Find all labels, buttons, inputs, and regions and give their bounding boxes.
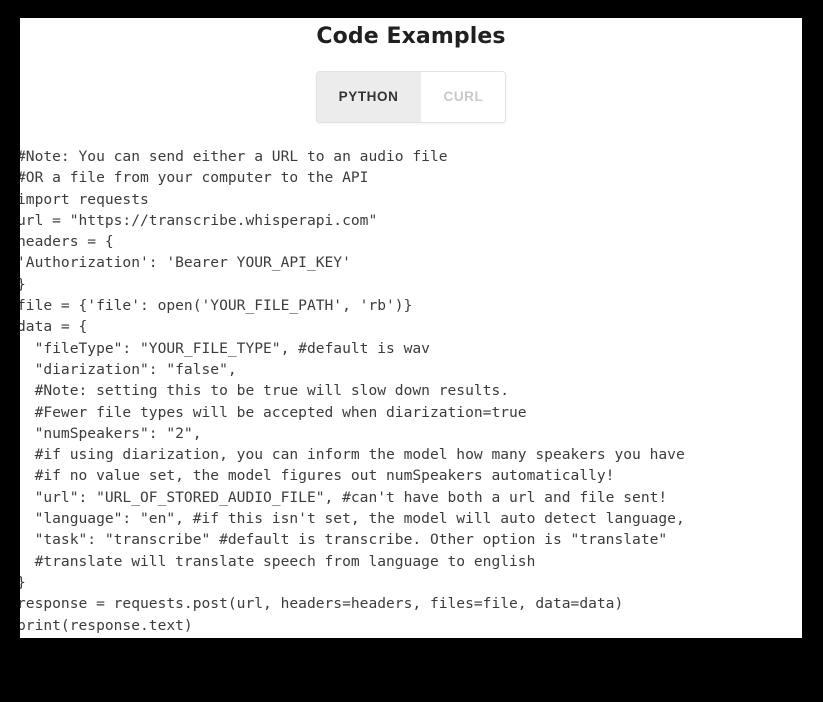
page-title: Code Examples bbox=[316, 24, 506, 49]
code-examples-panel: Code Examples PYTHON CURL #Note: You can… bbox=[20, 18, 802, 638]
tab-group: PYTHON CURL bbox=[315, 71, 507, 123]
code-scroll-area[interactable]: #Note: You can send either a URL to an a… bbox=[20, 146, 802, 638]
tab-python[interactable]: PYTHON bbox=[316, 72, 421, 122]
tab-bar: PYTHON CURL bbox=[20, 71, 802, 123]
tab-curl[interactable]: CURL bbox=[420, 72, 506, 122]
code-snippet: #Note: You can send either a URL to an a… bbox=[20, 148, 685, 634]
screen-frame: Code Examples PYTHON CURL #Note: You can… bbox=[0, 0, 823, 702]
